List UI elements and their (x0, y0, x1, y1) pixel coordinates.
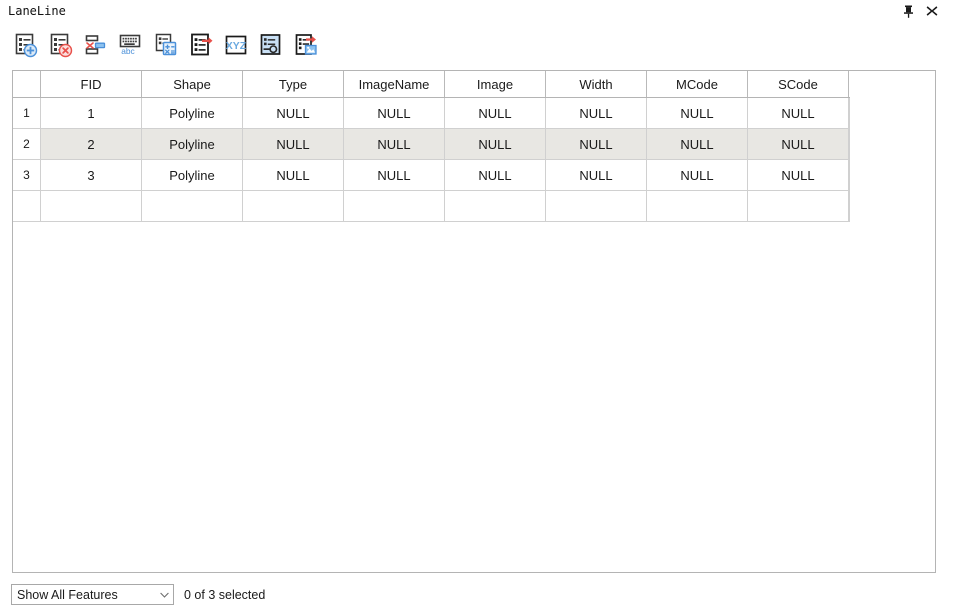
grid-body: 1 1 Polyline NULL NULL NULL NULL NULL NU… (13, 97, 850, 222)
grid-header: FID Shape Type ImageName Image Width MCo… (13, 71, 850, 98)
xyz-coordinates-button[interactable]: XYZ (221, 30, 251, 60)
cell-scode[interactable]: NULL (747, 159, 849, 191)
column-header-shape[interactable]: Shape (141, 71, 243, 98)
table-row[interactable]: 1 1 Polyline NULL NULL NULL NULL NULL NU… (13, 97, 850, 129)
cell-fid[interactable]: 2 (40, 128, 142, 160)
cell-type[interactable]: NULL (242, 128, 344, 160)
cell-empty (242, 190, 344, 222)
chevron-down-icon[interactable] (155, 592, 173, 598)
svg-text:XYZ: XYZ (226, 40, 247, 52)
cell-empty (545, 190, 647, 222)
add-row-button[interactable] (11, 30, 41, 60)
close-icon[interactable] (925, 4, 939, 18)
cell-scode[interactable]: NULL (747, 128, 849, 160)
cell-empty (343, 190, 445, 222)
cell-filler (848, 97, 850, 129)
column-header-image[interactable]: Image (444, 71, 546, 98)
svg-text:abc: abc (121, 46, 135, 56)
cell-scode[interactable]: NULL (747, 97, 849, 129)
cell-filler (848, 159, 850, 191)
cell-fid[interactable]: 3 (40, 159, 142, 191)
keyboard-abc-icon: abc (119, 34, 141, 56)
field-delete-icon (85, 35, 106, 55)
cell-shape[interactable]: Polyline (141, 159, 243, 191)
feature-filter-select[interactable]: Show All Features (11, 584, 174, 605)
column-header-fid[interactable]: FID (40, 71, 142, 98)
row-number[interactable]: 2 (13, 128, 41, 160)
attribute-grid: FID Shape Type ImageName Image Width MCo… (13, 71, 850, 222)
delete-row-button[interactable] (46, 30, 76, 60)
cell-type[interactable]: NULL (242, 97, 344, 129)
column-header-scode[interactable]: SCode (747, 71, 849, 98)
list-export-icon (191, 33, 213, 56)
cell-mcode[interactable]: NULL (646, 128, 748, 160)
list-delete-icon (50, 33, 73, 58)
cell-empty (747, 190, 849, 222)
cell-filler (848, 128, 850, 160)
cell-filler (848, 190, 850, 222)
status-bar: Show All Features 0 of 3 selected (0, 581, 957, 608)
cell-imagename[interactable]: NULL (343, 128, 445, 160)
window-controls (901, 4, 951, 18)
column-header-mcode[interactable]: MCode (646, 71, 748, 98)
cell-mcode[interactable]: NULL (646, 159, 748, 191)
feature-filter-value: Show All Features (17, 587, 118, 602)
list-image-export-icon (295, 34, 317, 55)
export-records-button[interactable] (186, 30, 216, 60)
cell-imagename[interactable]: NULL (343, 97, 445, 129)
list-settings-icon (260, 34, 281, 55)
window-title: LaneLine (8, 4, 66, 18)
row-number-empty (13, 190, 41, 222)
attribute-table-toolbar: abc XYZ (0, 22, 957, 68)
auto-hide-pin-icon[interactable] (901, 4, 915, 18)
header-row: FID Shape Type ImageName Image Width MCo… (13, 71, 850, 98)
column-header-width[interactable]: Width (545, 71, 647, 98)
calculator-icon (155, 33, 177, 56)
column-header-rownum (13, 71, 41, 98)
table-row[interactable]: 2 2 Polyline NULL NULL NULL NULL NULL NU… (13, 128, 850, 160)
cell-imagename[interactable]: NULL (343, 159, 445, 191)
column-header-imagename[interactable]: ImageName (343, 71, 445, 98)
cell-image[interactable]: NULL (444, 159, 546, 191)
cell-width[interactable]: NULL (545, 128, 647, 160)
cell-image[interactable]: NULL (444, 97, 546, 129)
table-row[interactable]: 3 3 Polyline NULL NULL NULL NULL NULL NU… (13, 159, 850, 191)
cell-empty (646, 190, 748, 222)
table-empty-row (13, 190, 850, 222)
cell-fid[interactable]: 1 (40, 97, 142, 129)
cell-type[interactable]: NULL (242, 159, 344, 191)
cell-shape[interactable]: Polyline (141, 97, 243, 129)
cell-empty (141, 190, 243, 222)
cell-width[interactable]: NULL (545, 159, 647, 191)
list-add-icon (15, 33, 38, 58)
cell-empty (40, 190, 142, 222)
field-settings-button[interactable] (256, 30, 286, 60)
row-number[interactable]: 3 (13, 159, 41, 191)
window-titlebar: LaneLine (0, 0, 957, 22)
delete-field-button[interactable] (81, 30, 111, 60)
column-header-type[interactable]: Type (242, 71, 344, 98)
cell-width[interactable]: NULL (545, 97, 647, 129)
cell-mcode[interactable]: NULL (646, 97, 748, 129)
xyz-icon: XYZ (225, 35, 247, 55)
selection-count-label: 0 of 3 selected (184, 587, 266, 602)
cell-empty (444, 190, 546, 222)
row-number[interactable]: 1 (13, 97, 41, 129)
attribute-table[interactable]: FID Shape Type ImageName Image Width MCo… (12, 70, 936, 573)
column-header-filler (848, 71, 850, 98)
cell-shape[interactable]: Polyline (141, 128, 243, 160)
add-text-field-button[interactable]: abc (116, 30, 146, 60)
export-image-button[interactable] (291, 30, 321, 60)
cell-image[interactable]: NULL (444, 128, 546, 160)
field-calculator-button[interactable] (151, 30, 181, 60)
